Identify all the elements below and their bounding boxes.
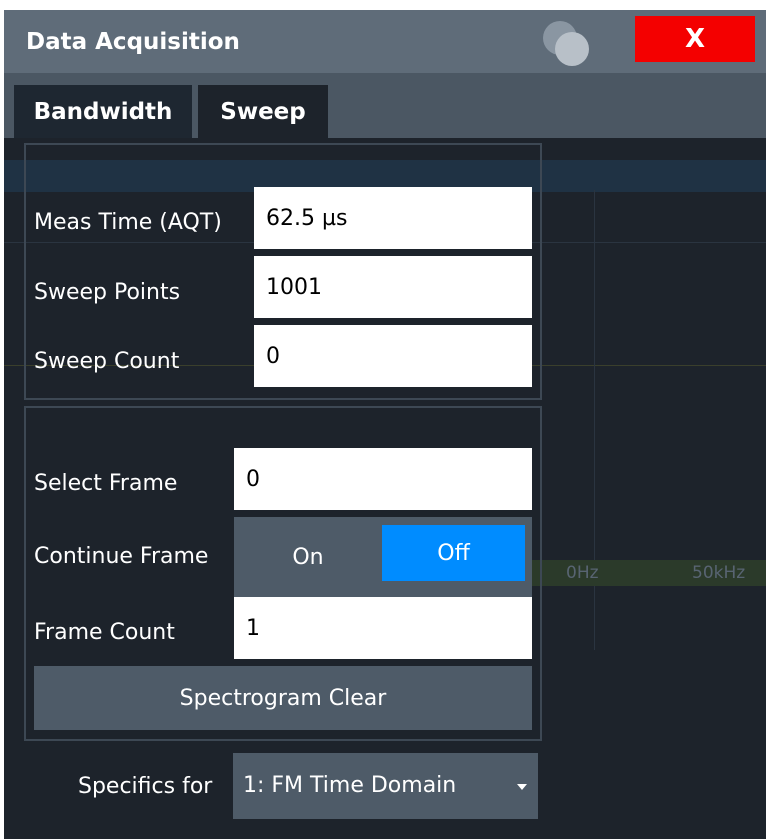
data-acquisition-dialog: 0Hz 50kHz Data Acquisition X Bandwidth S… xyxy=(4,10,766,839)
meas-time-label: Meas Time (AQT) xyxy=(34,210,222,235)
tab-bar: Bandwidth Sweep xyxy=(4,73,766,138)
sweep-points-field[interactable]: 1001 xyxy=(254,256,532,318)
meas-time-field[interactable]: 62.5 µs xyxy=(254,187,532,249)
logo-icon xyxy=(543,21,589,66)
frame-count-field[interactable]: 1 xyxy=(234,597,532,659)
continue-frame-label: Continue Frame xyxy=(34,544,209,569)
close-icon: X xyxy=(684,24,706,54)
spectrogram-clear-button[interactable]: Spectrogram Clear xyxy=(34,666,532,730)
title-bar[interactable]: Data Acquisition X xyxy=(4,10,766,73)
specifics-for-label: Specifics for xyxy=(78,774,213,799)
continue-frame-off-option[interactable]: Off xyxy=(382,525,525,581)
sweep-points-label: Sweep Points xyxy=(34,280,181,305)
tab-bandwidth[interactable]: Bandwidth xyxy=(14,85,192,138)
specifics-selected-value: 1: FM Time Domain xyxy=(243,773,457,798)
continue-frame-toggle: On Off xyxy=(234,517,532,597)
specifics-for-select[interactable]: 1: FM Time Domain xyxy=(233,753,538,819)
frame-count-label: Frame Count xyxy=(34,620,175,645)
close-button[interactable]: X xyxy=(635,16,755,62)
chevron-down-icon xyxy=(517,784,527,790)
continue-frame-on-option[interactable]: On xyxy=(234,517,382,597)
sweep-count-field[interactable]: 0 xyxy=(254,325,532,387)
background-freq-label: 0Hz xyxy=(566,563,599,583)
dialog-title: Data Acquisition xyxy=(26,29,240,55)
background-freq-label: 50kHz xyxy=(692,563,746,583)
tab-sweep[interactable]: Sweep xyxy=(198,85,328,138)
select-frame-field[interactable]: 0 xyxy=(234,448,532,510)
sweep-count-label: Sweep Count xyxy=(34,349,180,374)
select-frame-label: Select Frame xyxy=(34,471,178,496)
